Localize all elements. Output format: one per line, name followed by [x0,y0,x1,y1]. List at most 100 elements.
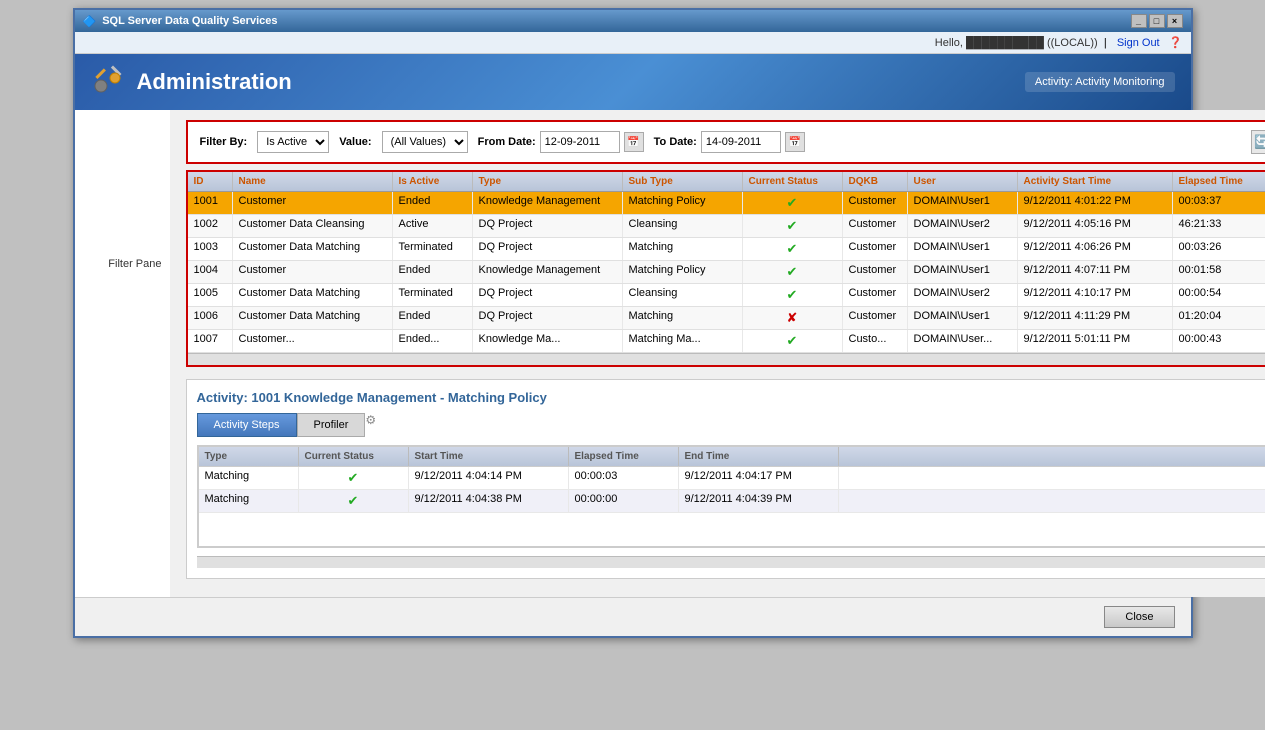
col-user: User [908,172,1018,191]
title-bar: 🔷 SQL Server Data Quality Services _ □ × [75,10,1191,32]
cell-start-time: 9/12/2011 4:01:22 PM [1018,192,1173,214]
cell-status: ✔ [743,215,843,237]
cell-is-active: Ended [393,307,473,329]
cell-user: DOMAIN\User... [908,330,1018,352]
table-row[interactable]: 1005 Customer Data Matching Terminated D… [188,284,1265,307]
cell-sub-type: Matching Ma... [623,330,743,352]
cell-type: Knowledge Management [473,261,623,283]
from-date-label: From Date: [478,136,536,148]
status-check-icon: ✔ [787,241,798,256]
filter-pane: Filter By: Is Active Value: (All Values)… [186,120,1265,164]
cell-sub-type: Matching Policy [623,261,743,283]
cell-start-time: 9/12/2011 4:10:17 PM [1018,284,1173,306]
title-bar-icon: 🔷 [83,15,97,28]
table-row[interactable]: 1006 Customer Data Matching Ended DQ Pro… [188,307,1265,330]
cell-dqkb: Customer [843,192,908,214]
cell-user: DOMAIN\User1 [908,192,1018,214]
status-check-icon: ✔ [787,333,798,348]
cell-start-time: 9/12/2011 4:05:16 PM [1018,215,1173,237]
cell-elapsed: 01:20:04 [1173,307,1265,329]
cell-elapsed: 00:01:58 [1173,261,1265,283]
hello-text: Hello, [935,37,963,49]
filter-pane-label: Filter Pane [75,258,170,270]
cell-is-active: Ended... [393,330,473,352]
activity-detail-section: Activity: 1001 Knowledge Management - Ma… [186,379,1265,579]
close-button[interactable]: Close [1104,606,1174,628]
cell-id: 1007 [188,330,233,352]
cell-type: Knowledge Management [473,192,623,214]
from-date-calendar-button[interactable]: 📅 [624,132,644,152]
settings-icon[interactable]: ⚙ [365,413,376,437]
cell-id: 1005 [188,284,233,306]
table-row[interactable]: 1004 Customer Ended Knowledge Management… [188,261,1265,284]
footer: Close [75,597,1191,636]
to-date-label: To Date: [654,136,697,148]
refresh-button[interactable]: 🔄 [1251,130,1265,154]
cell-id: 1003 [188,238,233,260]
maximize-button[interactable]: □ [1149,14,1165,28]
detail-table-row[interactable]: Matching ✔ 9/12/2011 4:04:38 PM 00:00:00… [199,490,1265,513]
filter-by-select[interactable]: Is Active [257,131,329,153]
cell-is-active: Ended [393,261,473,283]
detail-tabs: Activity Steps Profiler ⚙ [197,413,1265,437]
col-elapsed: Elapsed Time [1173,172,1265,191]
table-row[interactable]: 1007 Customer... Ended... Knowledge Ma..… [188,330,1265,353]
cell-status: ✔ [743,261,843,283]
detail-horizontal-scrollbar[interactable] [197,556,1265,568]
cell-elapsed: 00:00:43 [1173,330,1265,352]
cell-start-time: 9/12/2011 4:06:26 PM [1018,238,1173,260]
cell-sub-type: Cleansing [623,215,743,237]
detail-cell-type: Matching [199,490,299,512]
table-row[interactable]: 1002 Customer Data Cleansing Active DQ P… [188,215,1265,238]
cell-type: DQ Project [473,215,623,237]
cell-type: DQ Project [473,307,623,329]
detail-cell-status: ✔ [299,467,409,489]
close-window-button[interactable]: × [1167,14,1183,28]
cell-elapsed: 00:03:26 [1173,238,1265,260]
detail-col-type: Type [199,447,299,466]
cell-type: DQ Project [473,238,623,260]
cell-elapsed: 00:03:37 [1173,192,1265,214]
table-row[interactable]: 1003 Customer Data Matching Terminated D… [188,238,1265,261]
cell-type: Knowledge Ma... [473,330,623,352]
tab-profiler[interactable]: Profiler [297,413,366,437]
from-date-input[interactable] [540,131,620,153]
help-icon[interactable]: ❓ [1169,37,1183,49]
cell-sub-type: Matching [623,238,743,260]
cell-is-active: Ended [393,192,473,214]
status-x-icon: ✘ [787,310,798,325]
col-current-status: Current Status [743,172,843,191]
server-text: ((LOCAL)) [1047,37,1098,49]
cell-user: DOMAIN\User1 [908,261,1018,283]
cell-start-time: 9/12/2011 5:01:11 PM [1018,330,1173,352]
detail-cell-elapsed: 00:00:03 [569,467,679,489]
cell-type: DQ Project [473,284,623,306]
horizontal-scrollbar[interactable] [188,353,1265,365]
cell-status: ✔ [743,330,843,352]
tab-activity-steps[interactable]: Activity Steps [197,413,297,437]
detail-table-row[interactable]: Matching ✔ 9/12/2011 4:04:14 PM 00:00:03… [199,467,1265,490]
detail-col-start: Start Time [409,447,569,466]
cell-name: Customer [233,192,393,214]
sign-out-link[interactable]: Sign Out [1117,37,1160,49]
cell-id: 1002 [188,215,233,237]
cell-sub-type: Cleansing [623,284,743,306]
value-select[interactable]: (All Values) [382,131,468,153]
from-date-field: From Date: 📅 [478,131,644,153]
title-bar-text: SQL Server Data Quality Services [102,15,277,27]
detail-cell-type: Matching [199,467,299,489]
table-row[interactable]: 1001 Customer Ended Knowledge Management… [188,192,1265,215]
detail-cell-start: 9/12/2011 4:04:14 PM [409,467,569,489]
col-type: Type [473,172,623,191]
cell-is-active: Active [393,215,473,237]
activity-grid-body: 1001 Customer Ended Knowledge Management… [188,192,1265,353]
minimize-button[interactable]: _ [1131,14,1147,28]
to-date-calendar-button[interactable]: 📅 [785,132,805,152]
cell-name: Customer Data Cleansing [233,215,393,237]
cell-is-active: Terminated [393,238,473,260]
col-dqkb: DQKB [843,172,908,191]
to-date-input[interactable] [701,131,781,153]
detail-cell-end: 9/12/2011 4:04:39 PM [679,490,839,512]
status-check-icon: ✔ [787,287,798,302]
cell-dqkb: Customer [843,238,908,260]
